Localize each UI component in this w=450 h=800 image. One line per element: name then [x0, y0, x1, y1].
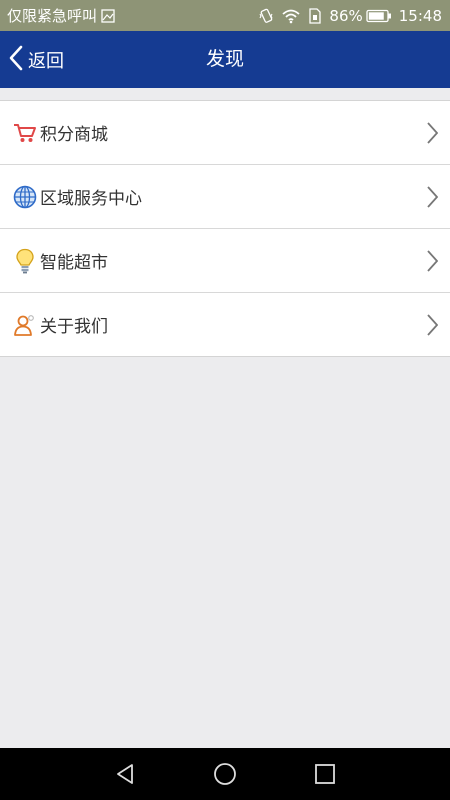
battery-icon — [366, 9, 392, 23]
chevron-right-icon — [426, 249, 439, 276]
system-navigation-bar — [0, 748, 450, 800]
back-button[interactable]: 返回 — [8, 31, 64, 88]
menu-list: 积分商城 区域服务中心 智能超市 关于我们 — [0, 100, 450, 357]
status-left: 仅限紧急呼叫 — [7, 5, 115, 26]
recents-square-icon[interactable] — [275, 748, 375, 800]
menu-item-label: 区域服务中心 — [40, 189, 142, 209]
back-label: 返回 — [28, 50, 64, 72]
status-time: 15:48 — [398, 6, 442, 25]
status-right: 86% 15:48 — [251, 7, 442, 25]
chevron-right-icon — [426, 313, 439, 340]
chevron-left-icon — [8, 45, 24, 75]
menu-item-label: 关于我们 — [40, 317, 108, 337]
back-triangle-icon[interactable] — [75, 748, 175, 800]
menu-item-regional-service-center[interactable]: 区域服务中心 — [0, 164, 450, 228]
menu-item-points-mall[interactable]: 积分商城 — [0, 101, 450, 164]
battery-percent: 86% — [329, 6, 363, 25]
status-bar: 仅限紧急呼叫 86% 15:48 — [0, 0, 450, 31]
vibrate-icon — [258, 8, 274, 24]
menu-item-smart-supermarket[interactable]: 智能超市 — [0, 228, 450, 292]
chevron-right-icon — [426, 185, 439, 212]
lightbulb-icon — [12, 248, 38, 274]
image-notification-icon — [101, 8, 115, 23]
carrier-text: 仅限紧急呼叫 — [7, 7, 98, 25]
chevron-right-icon — [426, 121, 439, 148]
menu-item-label: 智能超市 — [40, 253, 108, 273]
globe-icon — [12, 184, 38, 210]
shopping-cart-icon — [12, 120, 38, 146]
person-icon — [12, 312, 38, 338]
wifi-icon — [281, 8, 301, 24]
page-title: 发现 — [205, 48, 244, 70]
menu-item-about-us[interactable]: 关于我们 — [0, 292, 450, 356]
nav-bar: 返回 发现 — [0, 31, 450, 88]
menu-item-label: 积分商城 — [40, 125, 108, 145]
sim-icon — [308, 7, 322, 24]
home-circle-icon[interactable] — [175, 748, 275, 800]
